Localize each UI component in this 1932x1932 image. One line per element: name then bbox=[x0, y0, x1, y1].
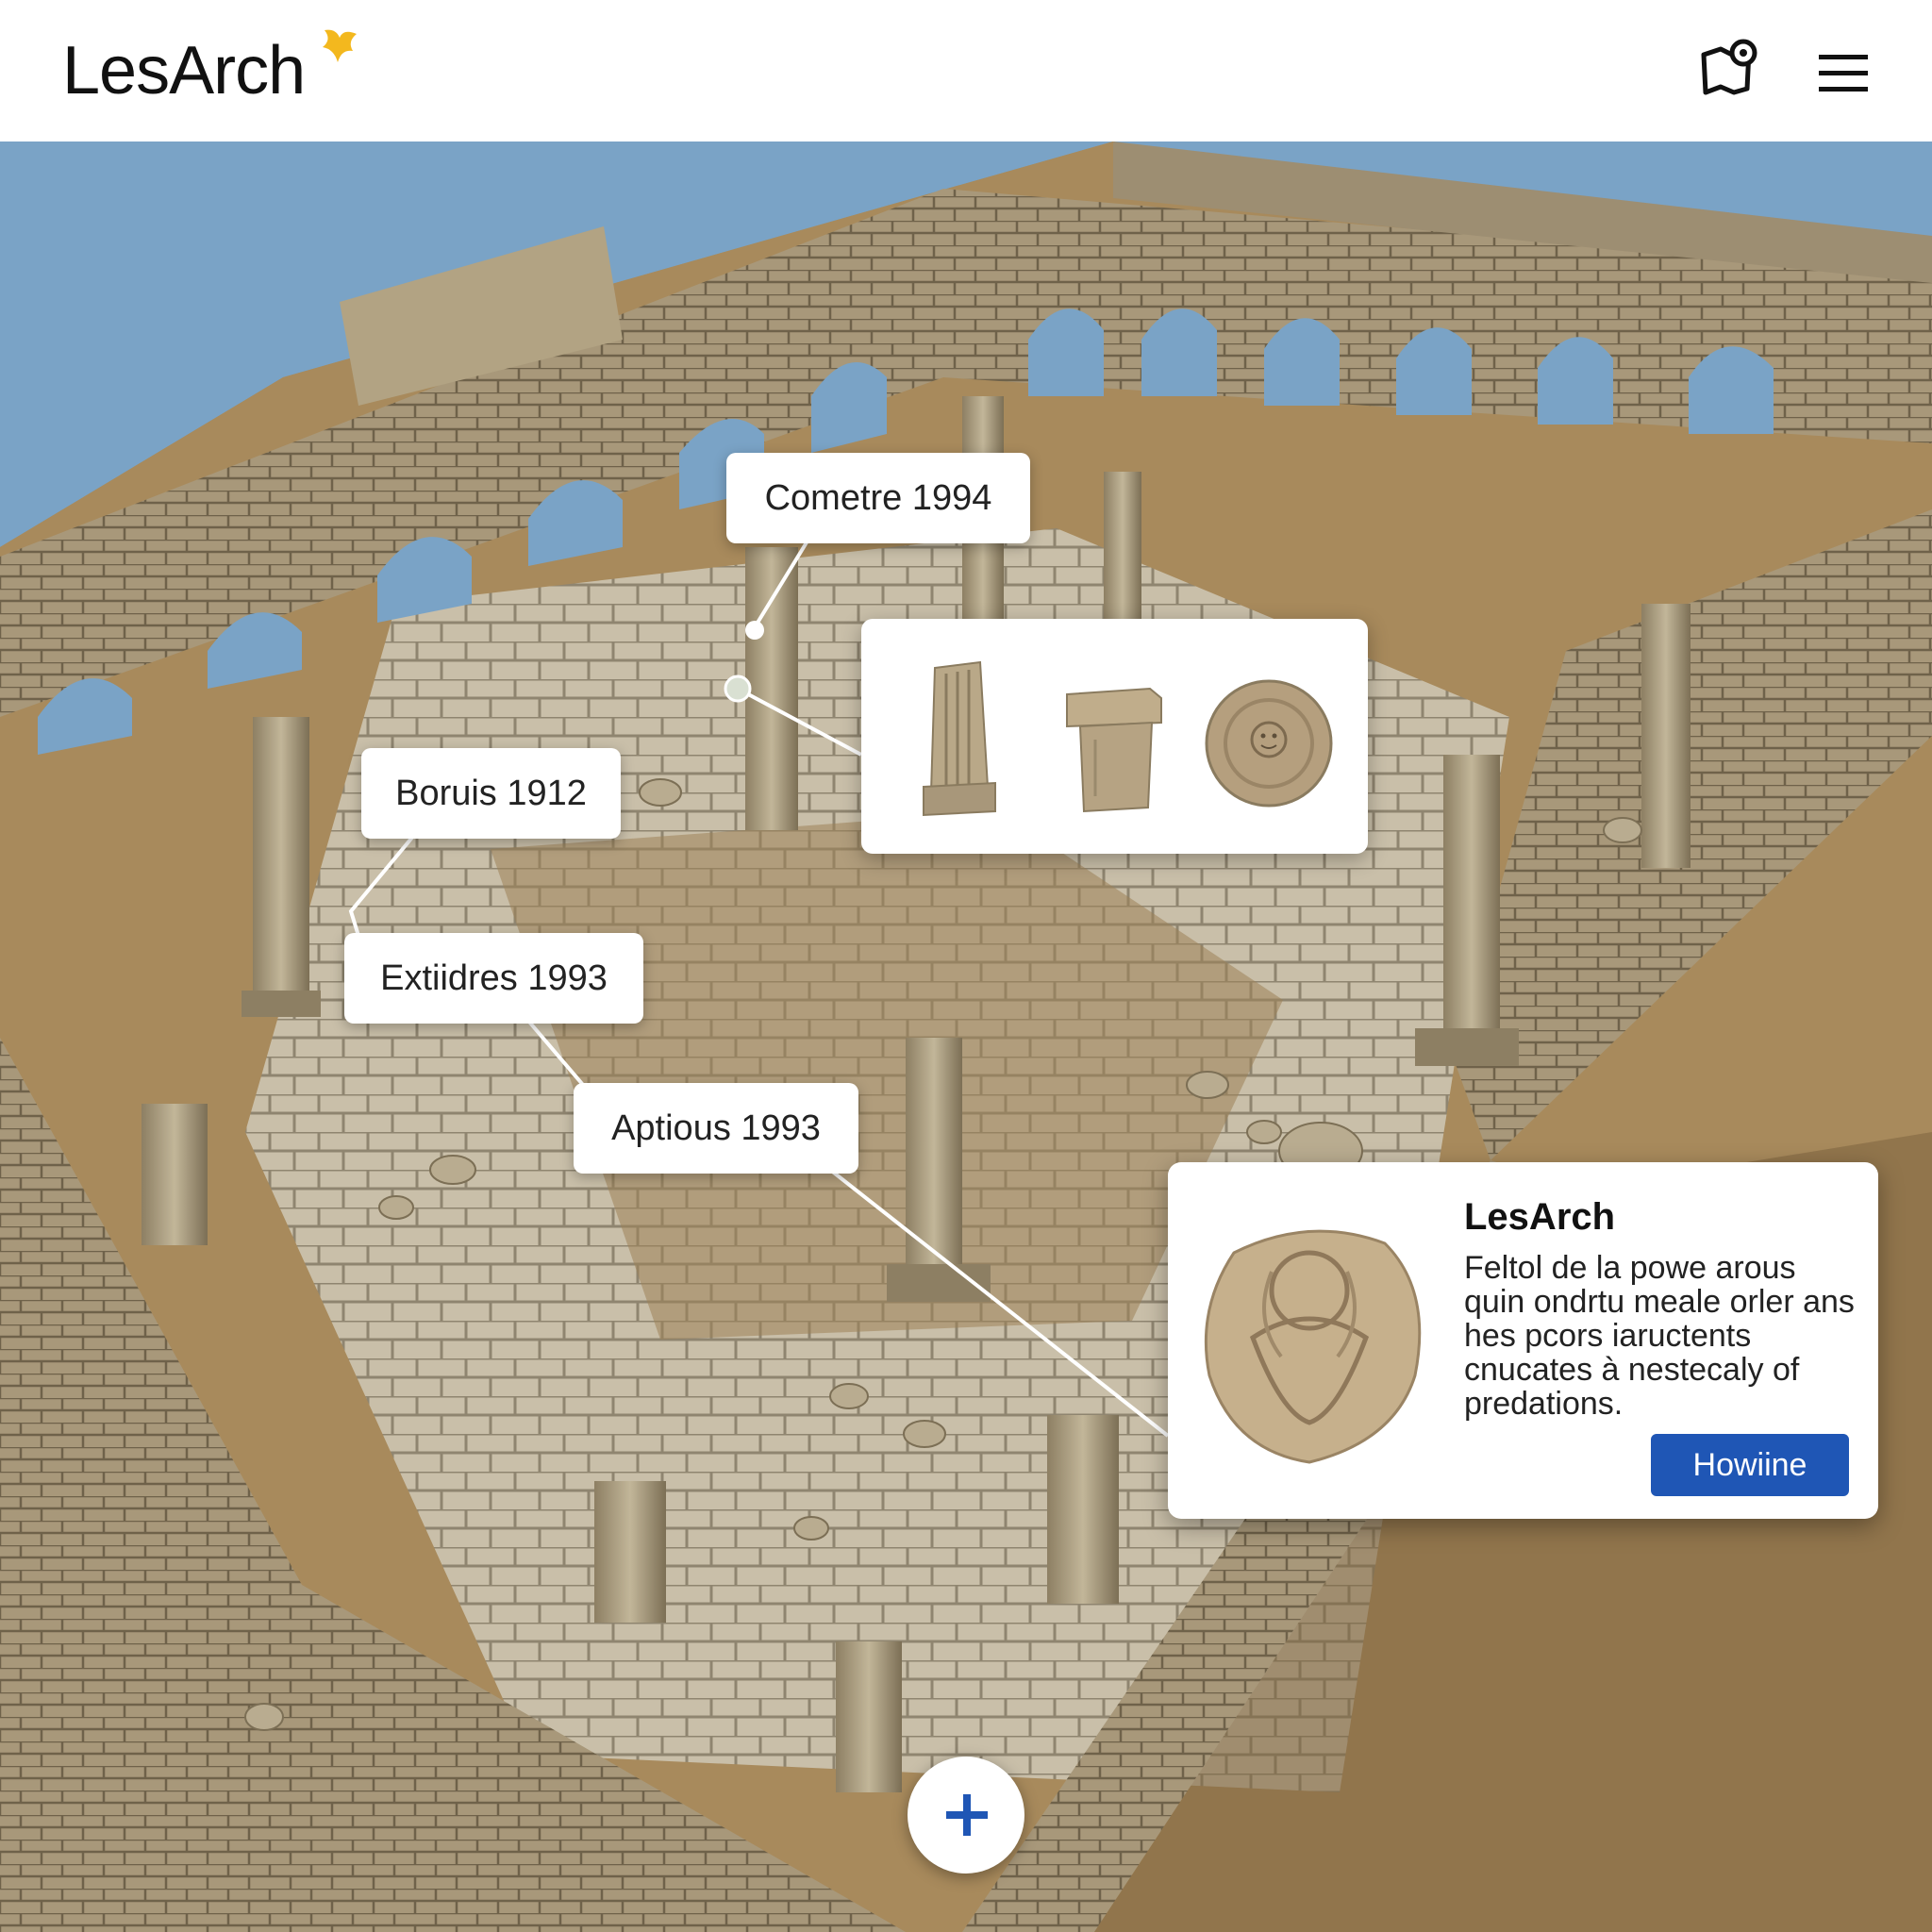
map-pin-icon bbox=[1701, 39, 1757, 95]
marker-dot bbox=[745, 621, 764, 640]
site-marker-tag[interactable]: Aptious 1993 bbox=[574, 1083, 858, 1174]
site-marker-tag[interactable]: Boruis 1912 bbox=[361, 748, 621, 839]
app-header: LesArch bbox=[0, 0, 1932, 142]
logo-text: LesArch bbox=[62, 33, 306, 108]
card-action-button[interactable]: Howiine bbox=[1651, 1434, 1849, 1496]
marker-dot bbox=[724, 675, 752, 703]
site-marker-tag[interactable]: Cometre 1994 bbox=[726, 453, 1030, 543]
plus-icon bbox=[946, 1794, 988, 1836]
artifact-medallion-image bbox=[1204, 1229, 1422, 1464]
app-logo[interactable]: LesArch bbox=[62, 28, 357, 113]
menu-button[interactable] bbox=[1804, 34, 1879, 109]
artifact-capital-block[interactable] bbox=[1039, 645, 1180, 830]
site-3d-viewport[interactable] bbox=[0, 142, 1932, 1932]
artifact-carved-disc[interactable] bbox=[1195, 645, 1337, 830]
logo-spark-icon bbox=[323, 29, 357, 63]
hamburger-menu-icon bbox=[1819, 55, 1868, 92]
site-marker-label: Cometre 1994 bbox=[764, 478, 992, 518]
capital-block-image bbox=[1066, 687, 1162, 813]
card-title: LesArch bbox=[1464, 1196, 1616, 1238]
column-fragment-image bbox=[923, 660, 996, 817]
site-marker-label: Extiidres 1993 bbox=[380, 958, 608, 998]
artifact-gallery bbox=[861, 619, 1368, 854]
site-marker-label: Aptious 1993 bbox=[611, 1108, 821, 1148]
artifact-detail-card: LesArch Feltol de la powe arous quin ond… bbox=[1168, 1162, 1878, 1519]
site-marker-tag[interactable]: Extiidres 1993 bbox=[344, 933, 643, 1024]
artifact-column-fragment[interactable] bbox=[890, 645, 1031, 830]
site-marker-label: Boruis 1912 bbox=[395, 774, 587, 813]
map-button[interactable] bbox=[1690, 34, 1766, 109]
add-button[interactable] bbox=[908, 1757, 1024, 1874]
ruins-scene bbox=[0, 142, 1932, 1932]
carved-disc-image bbox=[1205, 679, 1333, 808]
card-description: Feltol de la powe arous quin ondrtu meal… bbox=[1464, 1250, 1855, 1422]
